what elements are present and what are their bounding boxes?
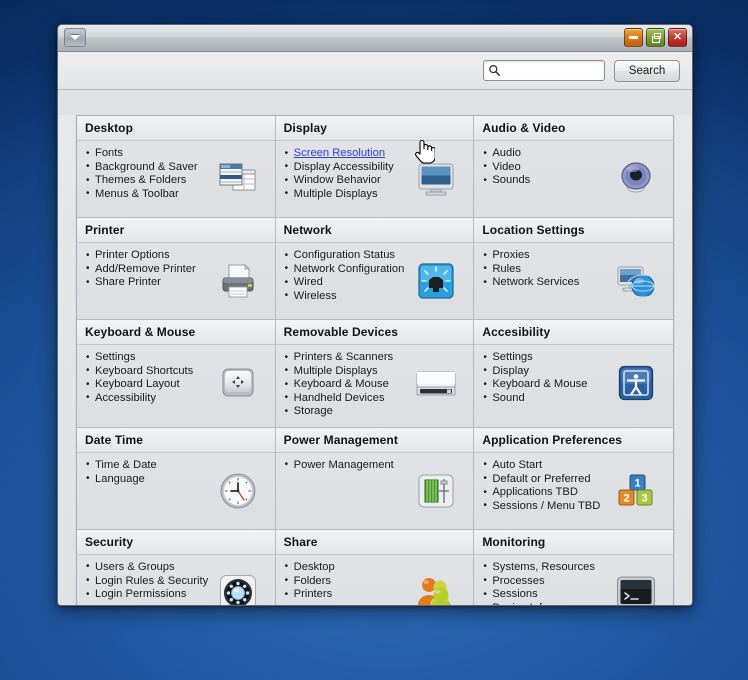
window-menu-button[interactable] [64, 28, 86, 47]
panel-title: Application Preferences [474, 427, 673, 453]
gear-shield-icon [217, 572, 259, 605]
panel-body: Configuration Status Network Configurati… [276, 243, 474, 319]
panel-title: Network [275, 218, 474, 243]
panel-security[interactable]: Security Users & Groups Login Rules & Se… [77, 529, 276, 605]
list-item[interactable]: Printers & Scanners [285, 351, 474, 365]
panel-monitoring[interactable]: Monitoring Systems, Resources Processes … [474, 529, 673, 605]
panel-power-management[interactable]: Power Management Power Management [275, 427, 475, 530]
panel-body: Power Management [276, 453, 474, 529]
panel-body: Systems, Resources Processes Sessions De… [474, 555, 673, 605]
desktop-windows-icon [217, 158, 259, 200]
panel-title: Power Management [275, 427, 474, 453]
network-port-icon [415, 260, 457, 302]
battery-icon [415, 470, 457, 512]
svg-text:2: 2 [623, 492, 629, 504]
search-button[interactable]: Search [614, 59, 680, 82]
panel-accessibility[interactable]: Accesibility Settings Display Keyboard &… [474, 320, 673, 428]
window-titlebar: ✕ [58, 25, 692, 52]
users-group-icon [415, 572, 457, 605]
close-icon: ✕ [672, 31, 683, 43]
panel-body: Time & Date Language [77, 453, 275, 529]
panel-body: Audio Video Sounds [474, 141, 673, 217]
panel-title: Audio & Video [474, 116, 673, 141]
clock-icon [217, 470, 259, 512]
maximize-button[interactable] [646, 28, 665, 47]
panel-body: Settings Display Keyboard & Mouse Sound [474, 345, 673, 421]
panel-printer[interactable]: Printer Printer Options Add/Remove Print… [77, 218, 276, 320]
search-icon [489, 64, 500, 76]
terminal-icon [615, 572, 657, 605]
panel-body: Fonts Background & Saver Themes & Folder… [77, 141, 275, 217]
maximize-icon [652, 36, 660, 43]
panel-application-preferences[interactable]: Application Preferences Auto Start Defau… [474, 427, 673, 530]
panel-title: Location Settings [474, 218, 673, 243]
monitor-globe-icon [615, 260, 657, 302]
panel-display[interactable]: Display Screen Resolution Display Access… [275, 116, 475, 218]
panel-title: Share [275, 529, 474, 555]
panel-share[interactable]: Share Desktop Folders Printers [275, 529, 475, 605]
close-button[interactable]: ✕ [668, 28, 687, 47]
panel-audio-video[interactable]: Audio & Video Audio Video Sounds [474, 116, 673, 218]
numbered-blocks-icon: 1 2 3 [615, 470, 657, 512]
accessibility-person-icon [615, 362, 657, 404]
panel-body: Printers & Scanners Multiple Displays Ke… [276, 345, 474, 427]
settings-grid: Desktop Fonts Background & Saver Themes … [76, 115, 674, 605]
panel-body: Settings Keyboard Shortcuts Keyboard Lay… [77, 345, 275, 421]
panel-body: Screen Resolution Display Accessibility … [276, 141, 474, 217]
control-center-window: ✕ Search Desktop Fonts Background & Save… [57, 24, 693, 606]
screen-resolution-link[interactable]: Screen Resolution [294, 147, 385, 159]
panel-title: Display [275, 116, 474, 141]
monitor-icon [415, 158, 457, 200]
panel-title: Date Time [77, 427, 275, 453]
panel-body: Auto Start Default or Preferred Applicat… [474, 453, 673, 529]
panel-date-time[interactable]: Date Time Time & Date Language [77, 427, 276, 530]
window-content: Desktop Fonts Background & Saver Themes … [58, 115, 692, 605]
panel-body: Proxies Rules Network Services [474, 243, 673, 319]
floppy-drive-icon [415, 365, 457, 407]
panel-body: Desktop Folders Printers [276, 555, 474, 605]
panel-title: Security [77, 529, 275, 555]
panel-body: Users & Groups Login Rules & Security Lo… [77, 555, 275, 605]
search-input[interactable] [501, 62, 604, 79]
speaker-icon [615, 158, 657, 200]
panel-location-settings[interactable]: Location Settings Proxies Rules Network … [474, 218, 673, 320]
panel-title: Monitoring [474, 529, 673, 555]
minimize-icon [629, 36, 638, 39]
window-toolbar: Search [58, 52, 692, 90]
minimize-button[interactable] [624, 28, 643, 47]
chevron-down-icon [70, 35, 80, 40]
svg-text:3: 3 [641, 492, 647, 504]
panel-title: Keyboard & Mouse [77, 320, 275, 345]
keyboard-key-icon [217, 362, 259, 404]
panel-title: Printer [77, 218, 275, 243]
window-controls: ✕ [624, 28, 687, 47]
printer-icon [217, 260, 259, 302]
panel-body: Printer Options Add/Remove Printer Share… [77, 243, 275, 319]
panel-title: Desktop [77, 116, 275, 141]
list-item[interactable]: Storage [285, 405, 474, 419]
svg-text:1: 1 [634, 477, 640, 489]
panel-desktop[interactable]: Desktop Fonts Background & Saver Themes … [77, 116, 276, 218]
panel-title: Removable Devices [275, 320, 474, 345]
panel-removable-devices[interactable]: Removable Devices Printers & Scanners Mu… [275, 320, 475, 428]
panel-network[interactable]: Network Configuration Status Network Con… [275, 218, 475, 320]
panel-keyboard-mouse[interactable]: Keyboard & Mouse Settings Keyboard Short… [77, 320, 276, 428]
panel-title: Accesibility [474, 320, 673, 345]
search-field-wrapper[interactable] [483, 60, 605, 81]
